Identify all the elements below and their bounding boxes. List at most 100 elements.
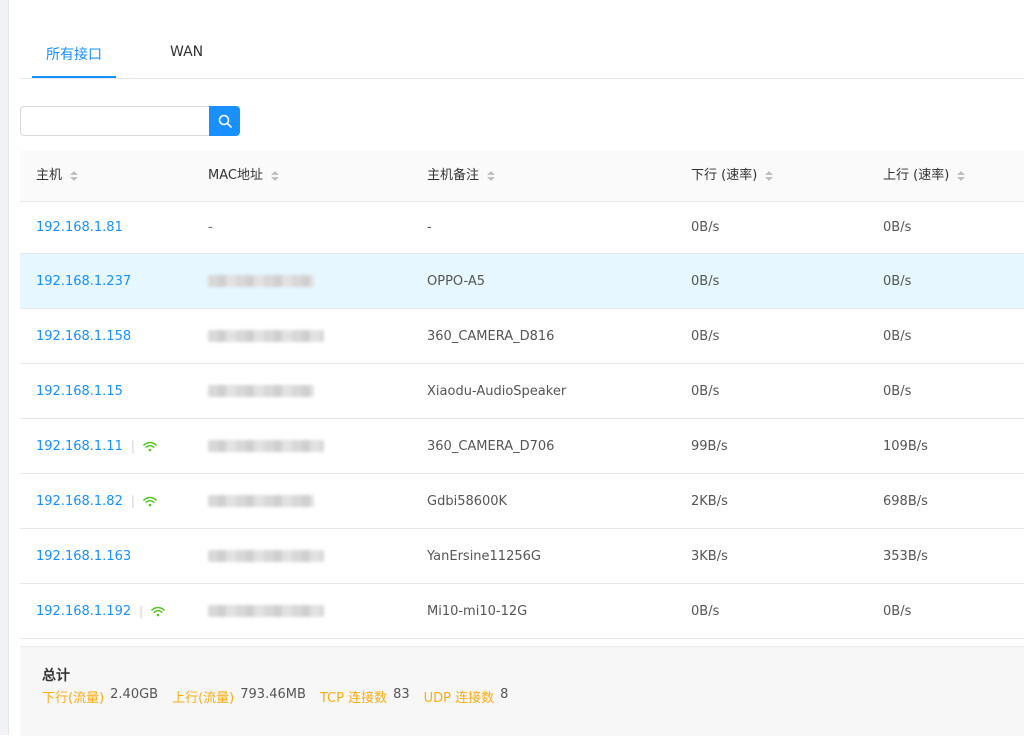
host-cell: 192.168.1.192 |: [36, 584, 165, 638]
host-note-cell: OPPO-A5: [427, 273, 486, 289]
table-row[interactable]: 192.168.1.15 Xiaodu-AudioSpeaker 0B/s 0B/s: [20, 364, 1024, 419]
host-cell: 192.168.1.158: [36, 309, 131, 363]
host-ip-link[interactable]: 192.168.1.81: [36, 220, 123, 235]
upload-rate-cell: 109B/s: [883, 438, 928, 454]
upload-rate-cell: 0B/s: [883, 273, 912, 289]
download-rate-cell: 3KB/s: [691, 548, 728, 564]
host-cell: 192.168.1.82 |: [36, 474, 157, 528]
tcp-connections-label: TCP 连接数: [319, 691, 388, 706]
download-rate-cell: 0B/s: [691, 273, 720, 289]
table-row[interactable]: 192.168.1.158 360_CAMERA_D816 0B/s 0B/s: [20, 309, 1024, 364]
table-row[interactable]: 192.168.1.82 | Gdbi58600K 2KB/s 698B/s: [20, 474, 1024, 529]
tab-wan[interactable]: WAN: [170, 44, 203, 78]
column-header-mac[interactable]: MAC地址: [208, 151, 279, 201]
host-table: 主机 MAC地址 主机备注 下行 (速率) 上行 (速率) 192.168.1.…: [20, 151, 1024, 639]
separator: |: [130, 494, 135, 508]
mac-cell: [208, 584, 324, 638]
column-header-label: MAC地址: [208, 168, 263, 183]
host-cell: 192.168.1.163: [36, 529, 131, 583]
wifi-icon: [143, 496, 157, 506]
redacted-mac-address: [208, 605, 324, 617]
wifi-icon: [151, 606, 165, 616]
table-row[interactable]: 192.168.1.11 | 360_CAMERA_D706 99B/s 109B/s: [20, 419, 1024, 474]
sort-icon[interactable]: [487, 171, 496, 181]
host-ip-link[interactable]: 192.168.1.15: [36, 384, 123, 399]
host-cell: 192.168.1.237: [36, 254, 131, 308]
upload-rate-cell: 353B/s: [883, 548, 928, 564]
column-header-label: 上行 (速率): [883, 168, 950, 183]
search-icon: [218, 114, 232, 128]
upload-rate-cell: 0B/s: [883, 383, 912, 399]
search-bar: [20, 106, 240, 136]
upload-rate-cell: 0B/s: [883, 603, 912, 619]
table-header: 主机 MAC地址 主机备注 下行 (速率) 上行 (速率): [20, 151, 1024, 202]
mac-cell: [208, 254, 314, 308]
host-note-cell: Xiaodu-AudioSpeaker: [427, 383, 567, 399]
redacted-mac-address: [208, 440, 324, 452]
host-ip-link[interactable]: 192.168.1.82: [36, 494, 123, 509]
wifi-icon: [143, 441, 157, 451]
host-ip-link[interactable]: 192.168.1.163: [36, 549, 131, 564]
upload-rate-cell: 0B/s: [883, 220, 912, 235]
tcp-connections-value: 83: [393, 687, 410, 702]
mac-cell: [208, 529, 324, 583]
table-row[interactable]: 192.168.1.237 OPPO-A5 0B/s 0B/s: [20, 254, 1024, 309]
download-rate-cell: 0B/s: [691, 328, 720, 344]
tab-all-interfaces[interactable]: 所有接口: [32, 44, 116, 78]
search-button[interactable]: [209, 106, 240, 136]
host-note-cell: 360_CAMERA_D706: [427, 438, 555, 454]
interface-tabs: 所有接口 WAN: [20, 30, 1024, 79]
sort-icon[interactable]: [765, 171, 774, 181]
host-ip-link[interactable]: 192.168.1.192: [36, 604, 131, 619]
column-header-note[interactable]: 主机备注: [427, 151, 496, 201]
host-cell: 192.168.1.15: [36, 364, 123, 418]
mac-cell: [208, 309, 324, 363]
mac-cell: [208, 474, 314, 528]
udp-connections-value: 8: [500, 687, 509, 702]
sort-icon[interactable]: [957, 171, 966, 181]
download-rate-cell: 0B/s: [691, 383, 720, 399]
download-rate-cell: 2KB/s: [691, 493, 728, 509]
download-rate-cell: 0B/s: [691, 220, 720, 235]
sort-icon[interactable]: [70, 171, 79, 181]
mac-cell: [208, 364, 314, 418]
column-header-upload[interactable]: 上行 (速率): [883, 151, 966, 201]
upload-traffic-label: 上行(流量): [172, 691, 235, 706]
redacted-mac-address: [208, 550, 324, 562]
table-row[interactable]: 192.168.1.192 | Mi10-mi10-12G 0B/s 0B/s: [20, 584, 1024, 639]
upload-rate-cell: 698B/s: [883, 493, 928, 509]
host-note-cell: Mi10-mi10-12G: [427, 603, 528, 619]
summary-panel: 总计 下行(流量) 2.40GB 上行(流量) 793.46MB TCP 连接数…: [20, 646, 1024, 736]
download-traffic-label: 下行(流量): [42, 691, 105, 706]
table-row[interactable]: 192.168.1.163 YanErsine11256G 3KB/s 353B/s: [20, 529, 1024, 584]
host-note-cell: Gdbi58600K: [427, 493, 508, 509]
column-header-label: 主机: [36, 168, 63, 183]
column-header-download[interactable]: 下行 (速率): [691, 151, 774, 201]
host-note-cell: -: [427, 220, 432, 235]
mac-cell: -: [208, 202, 213, 253]
host-note-cell: YanErsine11256G: [427, 548, 541, 564]
download-rate-cell: 0B/s: [691, 603, 720, 619]
host-cell: 192.168.1.11 |: [36, 419, 157, 473]
left-panel-edge: [0, 0, 9, 735]
column-header-host[interactable]: 主机: [36, 151, 79, 201]
udp-connections-label: UDP 连接数: [423, 691, 495, 706]
host-ip-link[interactable]: 192.168.1.158: [36, 329, 131, 344]
upload-traffic-value: 793.46MB: [240, 687, 306, 702]
upload-rate-cell: 0B/s: [883, 328, 912, 344]
search-input[interactable]: [20, 106, 209, 136]
mac-cell: [208, 419, 324, 473]
host-ip-link[interactable]: 192.168.1.11: [36, 439, 123, 454]
summary-stats: 下行(流量) 2.40GB 上行(流量) 793.46MB TCP 连接数 83…: [42, 687, 522, 706]
redacted-mac-address: [208, 385, 314, 397]
table-body: 192.168.1.81 - - 0B/s 0B/s 192.168.1.237 OPPO-…: [20, 202, 1024, 639]
sort-icon[interactable]: [270, 171, 279, 181]
table-row[interactable]: 192.168.1.81 - - 0B/s 0B/s: [20, 202, 1024, 254]
column-header-label: 主机备注: [427, 168, 480, 183]
host-note-cell: 360_CAMERA_D816: [427, 328, 555, 344]
redacted-mac-address: [208, 495, 314, 507]
host-ip-link[interactable]: 192.168.1.237: [36, 274, 131, 289]
summary-title: 总计: [42, 668, 70, 684]
host-cell: 192.168.1.81: [36, 202, 123, 253]
download-rate-cell: 99B/s: [691, 438, 728, 454]
